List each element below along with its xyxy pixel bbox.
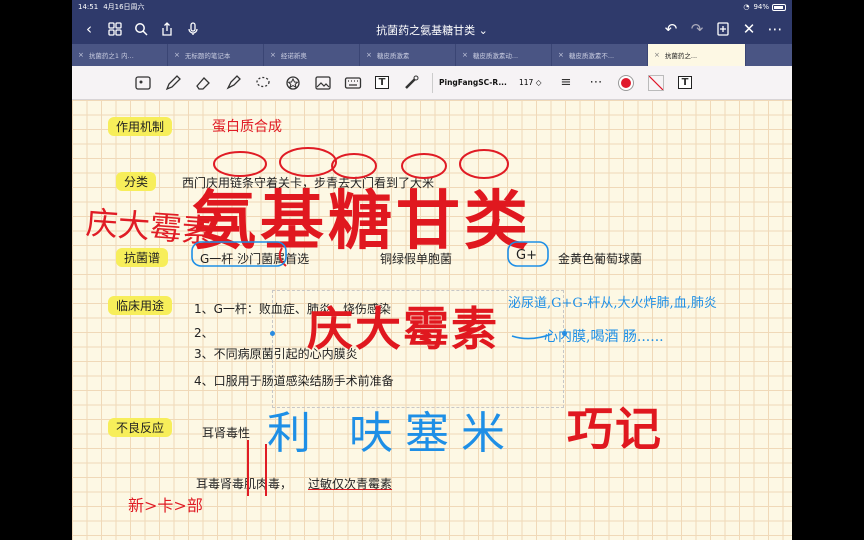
- tab-1[interactable]: × 抗菌药之1 内...: [72, 44, 168, 66]
- wifi-icon: ◔: [743, 3, 750, 11]
- letterbox-left: [0, 0, 72, 540]
- align-icon[interactable]: ≡: [551, 71, 581, 95]
- spectrum-staph: 金黄色葡萄球菌: [558, 252, 643, 266]
- handwriting-mechanism: 蛋白质合成: [212, 119, 282, 135]
- tab-label: 经诺新奥: [280, 52, 307, 60]
- tab-close-icon[interactable]: ×: [558, 51, 564, 59]
- tab-2[interactable]: × 无标题的笔记本: [168, 44, 264, 66]
- battery-percent: 94%: [753, 3, 769, 11]
- document-title[interactable]: 抗菌药之氨基糖甘类 ⌄: [72, 22, 792, 38]
- tab-close-icon[interactable]: ×: [174, 51, 180, 59]
- handwriting-blue-uses: 泌尿道,G+G-杆从,大火炸肺,血,肺炎: [508, 296, 717, 311]
- ipad-screen: 14:51 4月16日周六 ◔ 94% ‹ 抗菌药之氨基糖甘类 ⌄ ↶ ↷ ✕ …: [72, 0, 792, 540]
- font-size-select[interactable]: 117 ◇: [519, 78, 551, 87]
- tab-close-icon[interactable]: ×: [78, 51, 84, 59]
- eraser-icon[interactable]: [188, 71, 218, 95]
- status-time: 14:51: [78, 3, 99, 11]
- tab-bar: × 抗菌药之1 内... × 无标题的笔记本 × 经诺新奥 × 糖皮质激素 × 糖皮质激素…: [72, 44, 792, 66]
- color-swatch-red[interactable]: [611, 71, 641, 95]
- status-bar: 14:51 4月16日周六 ◔ 94%: [72, 0, 792, 14]
- clinical-use-item-2: 2、: [194, 326, 214, 340]
- tab-label: 糖皮质激素: [376, 52, 410, 60]
- highlighter-icon[interactable]: [218, 71, 248, 95]
- summary-text-b: 过敏仅次青霉素: [308, 477, 393, 491]
- text-style-icon[interactable]: T: [671, 71, 699, 95]
- color-swatch-none[interactable]: [641, 71, 671, 95]
- text-box-handle[interactable]: [270, 331, 275, 336]
- nav-bar: ‹ 抗菌药之氨基糖甘类 ⌄ ↶ ↷ ✕ ⋯: [72, 14, 792, 44]
- handwriting-gentamicin: 庆大霉素: [84, 203, 216, 251]
- big-title-aminoglycosides: 氨基糖甘类: [192, 185, 532, 259]
- tab-close-icon[interactable]: ×: [366, 51, 372, 59]
- font-name-select[interactable]: PingFangSC-R...: [439, 78, 519, 87]
- toolbar-divider: [432, 72, 433, 93]
- lasso-icon[interactable]: [248, 71, 278, 95]
- pen-icon[interactable]: [158, 71, 188, 95]
- shapes-icon[interactable]: [278, 71, 308, 95]
- handwriting-neomycin-order: 新>卡>部: [128, 496, 203, 515]
- clinical-use-item-4: 4、口服用于肠道感染结肠手术前准备: [194, 374, 394, 388]
- tab-4[interactable]: × 糖皮质激素: [360, 44, 456, 66]
- tab-close-icon[interactable]: ×: [654, 51, 660, 59]
- tab-label: 糖皮质激素不...: [568, 52, 615, 60]
- mnemonic-label: 巧记: [567, 402, 663, 456]
- text-tool-icon[interactable]: T: [368, 71, 396, 95]
- tab-close-icon[interactable]: ×: [270, 51, 276, 59]
- label-mechanism: 作用机制: [108, 117, 173, 136]
- label-adverse-reactions: 不良反应: [108, 418, 173, 437]
- keyboard-icon[interactable]: [338, 71, 368, 95]
- status-date: 4月16日周六: [103, 3, 145, 11]
- image-icon[interactable]: [308, 71, 338, 95]
- tab-active[interactable]: × 抗菌药之...: [648, 44, 746, 66]
- battery-icon: [772, 3, 786, 11]
- handwriting-blue-mnemonic: 利 呋塞米: [267, 408, 517, 459]
- tab-5[interactable]: × 糖皮质激素动...: [456, 44, 552, 66]
- tab-label: 抗菌药之1 内...: [88, 52, 134, 60]
- adverse-reactions-text: 耳肾毒性: [202, 426, 251, 440]
- label-spectrum: 抗菌谱: [116, 248, 169, 267]
- tab-label: 无标题的笔记本: [184, 52, 231, 60]
- handwriting-blue-uses-2: 心内膜,喝酒 肠......: [544, 329, 664, 345]
- letterbox-right: [792, 0, 864, 540]
- more-options-icon[interactable]: ⋯: [581, 71, 611, 95]
- lasso-image-icon[interactable]: [128, 71, 158, 95]
- label-classification: 分类: [116, 172, 157, 191]
- tab-label: 抗菌药之...: [664, 52, 698, 60]
- subtitle-gentamicin: 庆大霉素: [307, 302, 499, 356]
- tab-6[interactable]: × 糖皮质激素不...: [552, 44, 648, 66]
- tab-close-icon[interactable]: ×: [462, 51, 468, 59]
- tab-3[interactable]: × 经诺新奥: [264, 44, 360, 66]
- notebook-page[interactable]: 作用机制 蛋白质合成 分类 西门庆用链条守着关卡，步青去大门看到了大米 抗菌谱 …: [72, 100, 792, 540]
- summary-text-a: 耳毒肾毒肌肉毒，: [196, 477, 293, 491]
- laser-pointer-icon[interactable]: [396, 71, 426, 95]
- tool-bar: T PingFangSC-R... 117 ◇ ≡ ⋯ T: [72, 66, 792, 100]
- label-clinical-use: 临床用途: [108, 296, 173, 315]
- tab-label: 糖皮质激素动...: [472, 52, 519, 60]
